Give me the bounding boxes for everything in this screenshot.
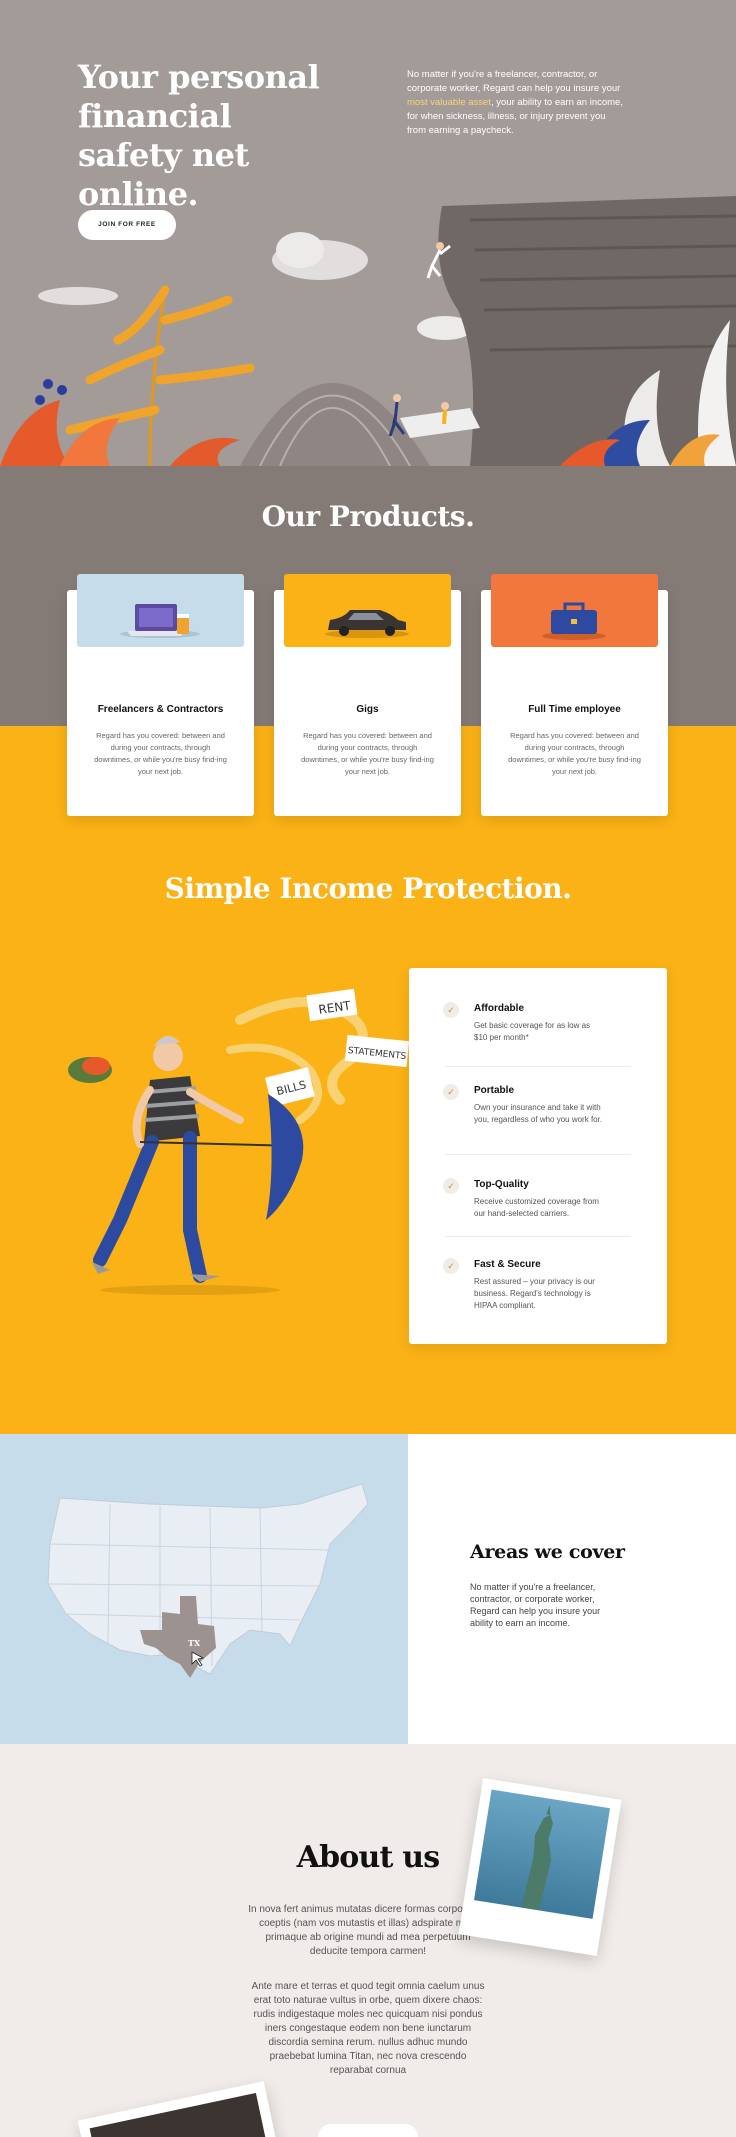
divider	[445, 1154, 631, 1155]
laptop-coffee-icon	[120, 604, 200, 638]
divider	[445, 1236, 631, 1237]
product-card-freelancers[interactable]: Freelancers & Contractors Regard has you…	[67, 574, 254, 816]
feature-title: Fast & Secure	[474, 1259, 541, 1270]
feature-description: Get basic coverage for as low as $10 per…	[474, 1021, 591, 1042]
product-card-title: Freelancers & Contractors	[97, 704, 224, 715]
areas-info: Areas we cover No matter if you're a fre…	[408, 1434, 736, 1744]
feature-title: Top-Quality	[474, 1179, 529, 1190]
check-icon: ✓	[443, 1002, 459, 1018]
join-for-free-button[interactable]: JOIN FOR FREE	[78, 210, 176, 240]
hero-description-start: No matter if you're a freelancer, contra…	[407, 69, 621, 94]
hero-description-highlight: most valuable asset	[407, 97, 491, 108]
product-card-image	[77, 574, 244, 647]
car-icon	[325, 610, 409, 638]
product-card-title: Gigs	[356, 704, 379, 715]
check-icon: ✓	[443, 1258, 459, 1274]
about-paragraph-1: In nova fert animus mutatas dicere forma…	[248, 1904, 488, 1957]
product-card-title: Full Time employee	[528, 704, 621, 715]
protection-title: Simple Income Protection.	[164, 872, 572, 905]
hero-section: Your personal financial safety net onlin…	[0, 0, 736, 466]
check-icon: ✓	[443, 1178, 459, 1194]
feature-title: Affordable	[474, 1003, 524, 1014]
areas-title: Areas we cover	[470, 1541, 625, 1563]
feature-description: Rest assured – your privacy is our busin…	[474, 1277, 595, 1310]
products-title: Our Products.	[261, 500, 475, 533]
areas-description: No matter if you're a freelancer, contra…	[470, 1582, 601, 1628]
product-card-image	[284, 574, 451, 647]
feature-description: Own your insurance and take it with you,…	[474, 1103, 603, 1124]
state-label: TX	[188, 1638, 201, 1648]
check-icon: ✓	[443, 1084, 459, 1100]
coverage-map-panel: TX	[0, 1434, 408, 1744]
briefcase-icon	[542, 602, 606, 640]
umbrella-man-illustration: RENT STATEMENTS BILLS	[68, 988, 410, 1295]
product-card-gigs[interactable]: Gigs Regard has you covered: between and…	[274, 574, 461, 816]
product-card-description: Regard has you covered: between and duri…	[94, 731, 227, 776]
product-card-description: Regard has you covered: between and duri…	[301, 731, 434, 776]
about-section: About us In nova fert animus mutatas dic…	[0, 1744, 736, 2137]
about-paragraph-2: Ante mare et terras et quod tegit omnia …	[251, 1981, 485, 2076]
features-panel: ✓ Affordable Get basic coverage for as l…	[409, 968, 667, 1344]
about-button[interactable]	[318, 2124, 418, 2137]
statue-of-liberty-photo	[458, 1778, 622, 1956]
hero-description: No matter if you're a freelancer, contra…	[407, 68, 627, 138]
feature-description: Receive customized coverage from our han…	[474, 1197, 599, 1218]
hero-headline: Your personal financial safety net onlin…	[78, 58, 320, 213]
feature-title: Portable	[474, 1085, 515, 1096]
about-title: About us	[296, 1840, 440, 1875]
product-card-image	[491, 574, 658, 647]
photo-image	[474, 1789, 611, 1919]
product-card-description: Regard has you covered: between and duri…	[508, 731, 641, 776]
product-card-full-time[interactable]: Full Time employee Regard has you covere…	[481, 574, 668, 816]
divider	[445, 1066, 631, 1067]
us-map[interactable]: TX	[0, 1434, 408, 1744]
